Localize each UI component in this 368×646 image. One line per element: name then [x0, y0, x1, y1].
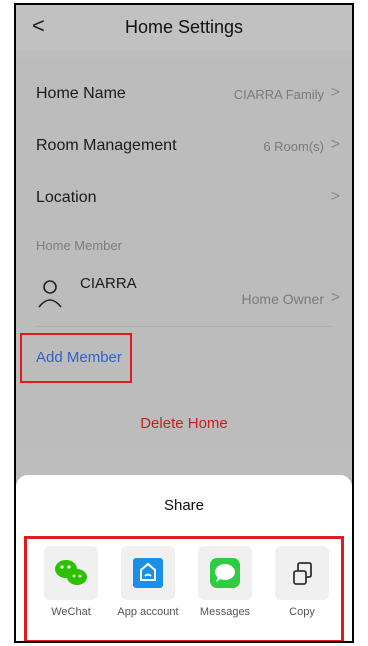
location-label: Location	[36, 189, 97, 206]
home-settings-screen: < Home Settings Home Name CIARRA Family …	[16, 5, 352, 641]
divider	[36, 326, 332, 327]
share-wechat-label: WeChat	[51, 606, 91, 618]
room-management-label: Room Management	[36, 137, 177, 154]
share-messages-button[interactable]: Messages	[195, 539, 255, 639]
share-app-account-label: App account	[117, 606, 179, 618]
room-count-value: 6 Room(s)	[263, 139, 324, 154]
share-wechat-button[interactable]: WeChat	[41, 539, 101, 639]
header: < Home Settings	[16, 5, 352, 51]
home-name-label: Home Name	[36, 85, 126, 102]
home-name-value: CIARRA Family	[233, 87, 324, 102]
user-icon	[38, 280, 62, 308]
chevron-right-icon: >	[330, 84, 340, 101]
share-messages-label: Messages	[199, 606, 251, 618]
member-name: CIARRA	[80, 275, 137, 292]
member-role: Home Owner	[241, 291, 324, 307]
member-row[interactable]: CIARRA Home Owner >	[16, 259, 352, 323]
chevron-right-icon: >	[330, 188, 340, 205]
share-sheet: Share WeChat App account Messages Copy	[16, 475, 352, 641]
messages-icon	[198, 546, 252, 600]
home-member-section-title: Home Member	[36, 238, 122, 253]
add-member-label: Add Member	[36, 349, 122, 366]
chevron-right-icon: >	[330, 136, 340, 153]
share-sheet-title: Share	[163, 497, 205, 514]
share-copy-button[interactable]: Copy	[272, 539, 332, 639]
location-row[interactable]: Location >	[16, 171, 352, 223]
share-options: WeChat App account Messages Copy	[24, 536, 344, 641]
chevron-right-icon: >	[330, 289, 340, 306]
app-account-icon	[121, 546, 175, 600]
share-app-account-button[interactable]: App account	[117, 539, 179, 639]
phone-frame: < Home Settings Home Name CIARRA Family …	[14, 3, 354, 643]
home-name-row[interactable]: Home Name CIARRA Family >	[16, 67, 352, 119]
page-title: Home Settings	[124, 17, 244, 37]
delete-home-button[interactable]: Delete Home	[16, 415, 352, 432]
add-member-button[interactable]: Add Member	[20, 333, 132, 383]
wechat-icon	[44, 546, 98, 600]
copy-icon	[275, 546, 329, 600]
share-copy-label: Copy	[289, 606, 315, 618]
room-management-row[interactable]: Room Management 6 Room(s) >	[16, 119, 352, 171]
